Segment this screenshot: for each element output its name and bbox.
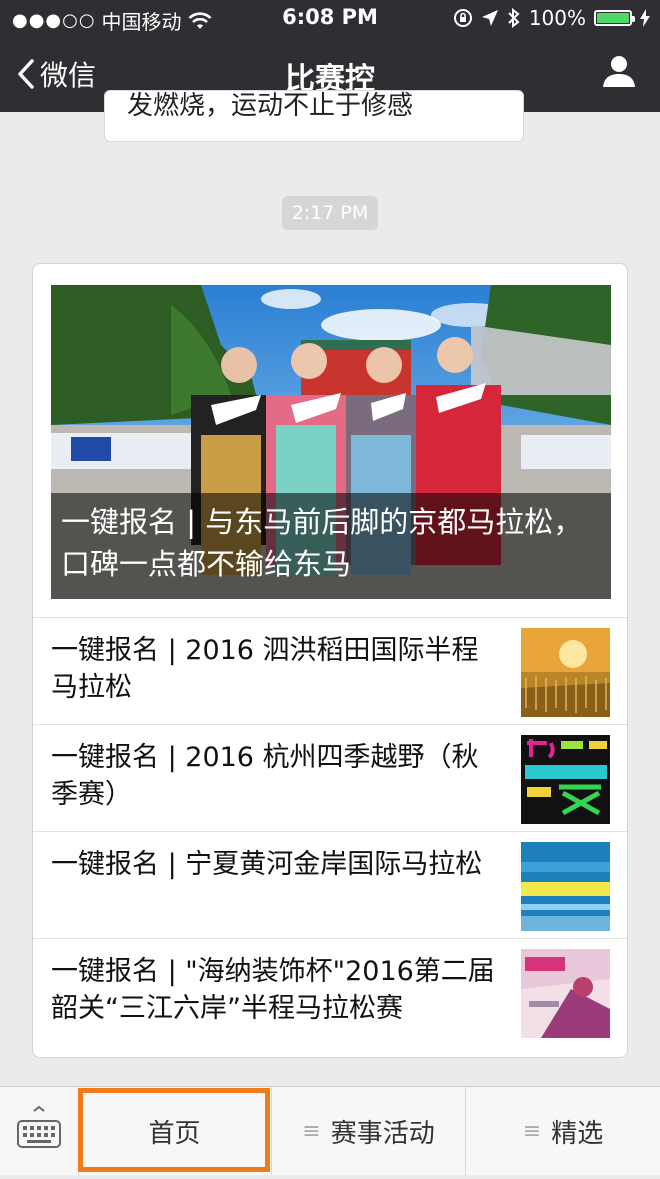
- article-item[interactable]: 一键报名 | "海纳装饰杯"2016第二届韶关“三江六岸”半程马拉松赛: [33, 938, 627, 1046]
- menu-item-label: 赛事活动: [330, 1118, 435, 1149]
- hero-article[interactable]: 一键报名 | 与东马前后脚的京都马拉松，口碑一点都不输给东马: [51, 285, 611, 599]
- menu-item-label: 首页: [148, 1118, 201, 1149]
- location-icon: [481, 10, 498, 26]
- article-thumbnail: [521, 735, 610, 824]
- article-item[interactable]: 一键报名 | 宁夏黄河金岸国际马拉松: [33, 831, 627, 939]
- charging-icon: [640, 9, 650, 27]
- battery-percent: 100%: [528, 6, 586, 30]
- status-bar: ●●●○○ 中国移动 6:08 PM 100%: [0, 0, 660, 36]
- hero-article-title: 一键报名 | 与东马前后脚的京都马拉松，口碑一点都不输给东马: [51, 493, 611, 599]
- article-item-title: 一键报名 | 2016 泗洪稻田国际半程马拉松: [51, 635, 479, 703]
- submenu-icon: ≡: [302, 1118, 321, 1144]
- menu-item-label: 精选: [551, 1118, 604, 1149]
- profile-button[interactable]: [602, 54, 636, 92]
- article-item-title: 一键报名 | "海纳装饰杯"2016第二届韶关“三江六岸”半程马拉松赛: [51, 956, 495, 1024]
- keyboard-toggle-button[interactable]: [0, 1087, 79, 1175]
- article-thumbnail: [521, 628, 610, 717]
- previous-message-bubble[interactable]: 发燃烧，运动不止于修感: [104, 90, 524, 142]
- article-card: 一键报名 | 与东马前后脚的京都马拉松，口碑一点都不输给东马 一键报名 | 20…: [32, 263, 628, 1058]
- submenu-icon: ≡: [522, 1118, 542, 1144]
- bluetooth-icon: [508, 8, 520, 28]
- menu-item-events[interactable]: ≡ 赛事活动: [272, 1087, 466, 1175]
- article-item-title: 一键报名 | 宁夏黄河金岸国际马拉松: [51, 849, 483, 880]
- message-timestamp: 2:17 PM: [282, 196, 378, 230]
- menu-item-featured[interactable]: ≡ 精选: [466, 1087, 660, 1175]
- bottom-menu-bar: 首页 ≡ 赛事活动 ≡ 精选: [0, 1086, 660, 1175]
- menu-item-home[interactable]: 首页: [78, 1087, 272, 1175]
- rotation-lock-icon: [453, 9, 472, 27]
- battery-icon: [594, 10, 635, 26]
- article-item[interactable]: 一键报名 | 2016 杭州四季越野（秋季赛）: [33, 724, 627, 832]
- article-thumbnail: [521, 842, 610, 931]
- person-icon: [603, 56, 635, 87]
- article-item-title: 一键报名 | 2016 杭州四季越野（秋季赛）: [51, 742, 479, 810]
- keyboard-icon: [17, 1105, 61, 1148]
- article-thumbnail: [521, 949, 610, 1038]
- previous-message-text: 发燃烧，运动不止于修感: [127, 91, 414, 121]
- article-item[interactable]: 一键报名 | 2016 泗洪稻田国际半程马拉松: [33, 617, 627, 725]
